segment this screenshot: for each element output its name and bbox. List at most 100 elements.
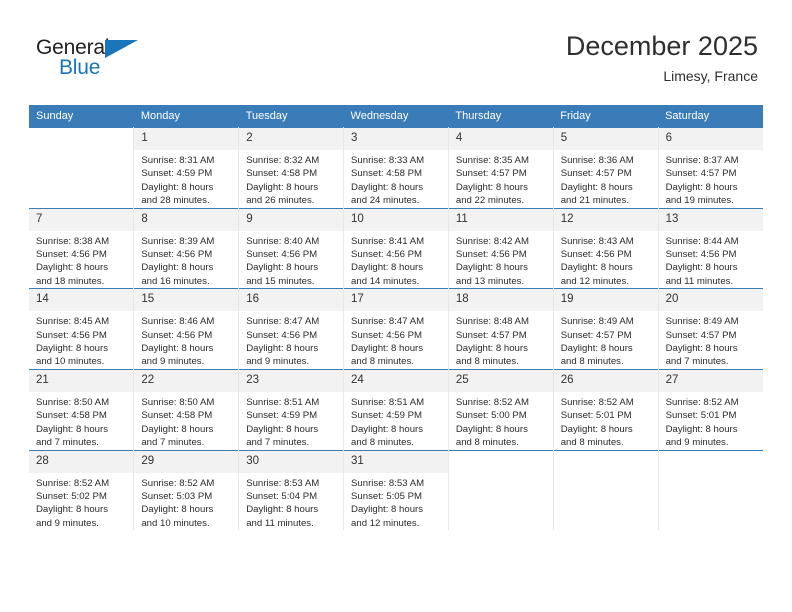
day-details: Sunrise: 8:53 AM Sunset: 5:05 PM Daylight:…	[344, 473, 448, 531]
calendar-week-row: 14 Sunrise: 8:45 AM Sunset: 4:56 PM Dayligh…	[29, 288, 763, 370]
daylight-duration-line-2: and 22 minutes.	[455, 195, 525, 207]
calendar-day-cell[interactable]: 28 Sunrise: 8:52 AM Sunset: 5:02 PM Dayligh…	[29, 449, 135, 531]
day-number: 10	[344, 208, 448, 231]
calendar-day-cell[interactable]: 8 Sunrise: 8:39 AM Sunset: 4:56 PM Daylight…	[133, 207, 240, 289]
calendar-day-cell[interactable]: 27 Sunrise: 8:52 AM Sunset: 5:01 PM Dayligh…	[658, 368, 763, 450]
calendar-day-cell[interactable]: 6 Sunrise: 8:37 AM Sunset: 4:57 PM Daylight…	[658, 127, 763, 209]
calendar-day-cell[interactable]: 24 Sunrise: 8:51 AM Sunset: 4:59 PM Dayligh…	[343, 368, 449, 450]
daylight-duration-line-2: and 7 minutes.	[665, 356, 729, 368]
daylight-duration-line-1: Daylight: 8 hours	[560, 423, 633, 435]
day-details: Sunrise: 8:43 AM Sunset: 4:56 PM Daylight:…	[554, 231, 658, 289]
general-blue-logo[interactable]: General Blue	[36, 36, 196, 84]
day-details: Sunrise: 8:52 AM Sunset: 5:02 PM Daylight:…	[29, 473, 133, 531]
sunset-time: Sunset: 4:58 PM	[141, 410, 213, 422]
daylight-duration-line-1: Daylight: 8 hours	[246, 181, 319, 193]
day-number: 20	[658, 289, 763, 312]
sunset-time: Sunset: 4:57 PM	[665, 329, 737, 341]
sunrise-time: Sunrise: 8:43 AM	[560, 235, 634, 247]
calendar-day-cell[interactable]: 19 Sunrise: 8:49 AM Sunset: 4:57 PM Dayligh…	[553, 288, 659, 370]
day-number: 2	[239, 128, 344, 150]
calendar-day-cell[interactable]: 4 Sunrise: 8:35 AM Sunset: 4:57 PM Daylight…	[448, 127, 554, 209]
sunset-time: Sunset: 4:58 PM	[36, 410, 107, 422]
day-number: 7	[29, 208, 134, 231]
sunset-time: Sunset: 4:56 PM	[36, 249, 107, 261]
logo-triangle-icon	[105, 40, 138, 58]
calendar-day-cell[interactable]: 3 Sunrise: 8:33 AM Sunset: 4:58 PM Daylight…	[343, 127, 449, 209]
daylight-duration-line-1: Daylight: 8 hours	[455, 343, 528, 355]
day-number	[29, 128, 134, 150]
daylight-duration-line-2: and 16 minutes.	[141, 275, 210, 287]
calendar-grid: Sunday Monday Tuesday Wednesday Thursday…	[29, 105, 763, 531]
calendar-day-cell[interactable]: 23 Sunrise: 8:51 AM Sunset: 4:59 PM Dayligh…	[238, 368, 345, 450]
calendar-day-cell[interactable]: 7 Sunrise: 8:38 AM Sunset: 4:56 PM Daylight…	[29, 207, 135, 289]
day-details: Sunrise: 8:52 AM Sunset: 5:00 PM Daylight:…	[449, 392, 553, 450]
sunset-time: Sunset: 4:59 PM	[141, 168, 213, 180]
daylight-duration-line-2: and 10 minutes.	[141, 517, 210, 529]
calendar-day-cell[interactable]: 17 Sunrise: 8:47 AM Sunset: 4:56 PM Dayligh…	[343, 288, 449, 370]
location-subtitle: Limesy, France	[663, 68, 758, 84]
calendar-day-cell[interactable]: 12 Sunrise: 8:43 AM Sunset: 4:56 PM Dayligh…	[553, 207, 659, 289]
sunrise-time: Sunrise: 8:38 AM	[36, 235, 110, 247]
calendar-day-cell[interactable]: 25 Sunrise: 8:52 AM Sunset: 5:00 PM Dayligh…	[448, 368, 554, 450]
day-details: Sunrise: 8:38 AM Sunset: 4:56 PM Daylight:…	[29, 231, 133, 289]
sunrise-time: Sunrise: 8:50 AM	[141, 396, 215, 408]
calendar-day-cell[interactable]: 2 Sunrise: 8:32 AM Sunset: 4:58 PM Daylight…	[238, 127, 345, 209]
sunrise-time: Sunrise: 8:39 AM	[141, 235, 215, 247]
day-number: 13	[658, 208, 763, 231]
sunset-time: Sunset: 4:56 PM	[351, 329, 422, 341]
page-title: December 2025	[565, 31, 758, 61]
sunrise-time: Sunrise: 8:51 AM	[351, 396, 425, 408]
calendar-day-cell[interactable]: 22 Sunrise: 8:50 AM Sunset: 4:58 PM Dayligh…	[133, 368, 240, 450]
sunrise-time: Sunrise: 8:53 AM	[351, 477, 425, 489]
calendar-day-cell[interactable]: 16 Sunrise: 8:47 AM Sunset: 4:56 PM Dayligh…	[238, 288, 345, 370]
day-number: 27	[658, 369, 763, 392]
calendar-empty-cell	[448, 449, 554, 531]
weekday-header-wednesday: Wednesday	[343, 105, 449, 128]
daylight-duration-line-2: and 7 minutes.	[141, 437, 205, 449]
calendar-day-cell[interactable]: 21 Sunrise: 8:50 AM Sunset: 4:58 PM Dayligh…	[29, 368, 135, 450]
day-details: Sunrise: 8:31 AM Sunset: 4:59 PM Daylight:…	[134, 150, 238, 208]
sunrise-time: Sunrise: 8:52 AM	[665, 396, 739, 408]
calendar-day-cell[interactable]: 13 Sunrise: 8:44 AM Sunset: 4:56 PM Dayligh…	[658, 207, 763, 289]
weekday-header-saturday: Saturday	[658, 105, 763, 128]
calendar-body: 1 Sunrise: 8:31 AM Sunset: 4:59 PM Daylight…	[29, 127, 763, 531]
day-number: 15	[134, 289, 239, 312]
sunrise-time: Sunrise: 8:32 AM	[246, 155, 320, 166]
sunset-time: Sunset: 4:56 PM	[455, 249, 527, 261]
title-block: December 2025 Limesy, France	[566, 30, 758, 85]
daylight-duration-line-2: and 24 minutes.	[351, 195, 420, 207]
day-number: 16	[239, 289, 344, 312]
calendar-day-cell[interactable]: 20 Sunrise: 8:49 AM Sunset: 4:57 PM Dayligh…	[658, 288, 763, 370]
day-number: 1	[134, 128, 239, 150]
calendar-day-cell[interactable]: 1 Sunrise: 8:31 AM Sunset: 4:59 PM Daylight…	[133, 127, 240, 209]
weekday-header-tuesday: Tuesday	[238, 105, 344, 128]
logo-text-blue: Blue	[59, 56, 101, 79]
daylight-duration-line-1: Daylight: 8 hours	[36, 343, 108, 355]
calendar-day-cell[interactable]: 18 Sunrise: 8:48 AM Sunset: 4:57 PM Dayligh…	[448, 288, 554, 370]
day-number: 17	[344, 289, 448, 312]
sunset-time: Sunset: 4:58 PM	[246, 168, 318, 180]
sunset-time: Sunset: 4:57 PM	[665, 168, 737, 180]
calendar-day-cell[interactable]: 5 Sunrise: 8:36 AM Sunset: 4:57 PM Daylight…	[553, 127, 659, 209]
day-number: 18	[448, 289, 553, 312]
calendar-day-cell[interactable]: 9 Sunrise: 8:40 AM Sunset: 4:56 PM Daylight…	[238, 207, 345, 289]
calendar-day-cell[interactable]: 31 Sunrise: 8:53 AM Sunset: 5:05 PM Dayligh…	[343, 449, 449, 531]
calendar-day-cell[interactable]: 15 Sunrise: 8:46 AM Sunset: 4:56 PM Dayligh…	[133, 288, 240, 370]
calendar-day-cell[interactable]: 11 Sunrise: 8:42 AM Sunset: 4:56 PM Dayligh…	[448, 207, 554, 289]
daylight-duration-line-1: Daylight: 8 hours	[351, 504, 424, 516]
calendar-week-row: 21 Sunrise: 8:50 AM Sunset: 4:58 PM Dayligh…	[29, 368, 763, 450]
daylight-duration-line-1: Daylight: 8 hours	[36, 423, 108, 435]
daylight-duration-line-1: Daylight: 8 hours	[351, 343, 424, 355]
calendar-day-cell[interactable]: 10 Sunrise: 8:41 AM Sunset: 4:56 PM Dayligh…	[343, 207, 449, 289]
day-number: 25	[448, 369, 553, 392]
calendar-day-cell[interactable]: 29 Sunrise: 8:52 AM Sunset: 5:03 PM Dayligh…	[133, 449, 240, 531]
daylight-duration-line-2: and 8 minutes.	[560, 437, 624, 449]
calendar-empty-cell	[658, 449, 763, 531]
calendar-day-cell[interactable]: 30 Sunrise: 8:53 AM Sunset: 5:04 PM Dayligh…	[238, 449, 345, 531]
daylight-duration-line-1: Daylight: 8 hours	[246, 262, 319, 274]
calendar-day-cell[interactable]: 26 Sunrise: 8:52 AM Sunset: 5:01 PM Dayligh…	[553, 368, 659, 450]
daylight-duration-line-1: Daylight: 8 hours	[351, 181, 424, 193]
sunrise-time: Sunrise: 8:49 AM	[560, 316, 634, 328]
calendar-day-cell[interactable]: 14 Sunrise: 8:45 AM Sunset: 4:56 PM Dayligh…	[29, 288, 135, 370]
daylight-duration-line-1: Daylight: 8 hours	[36, 262, 108, 274]
